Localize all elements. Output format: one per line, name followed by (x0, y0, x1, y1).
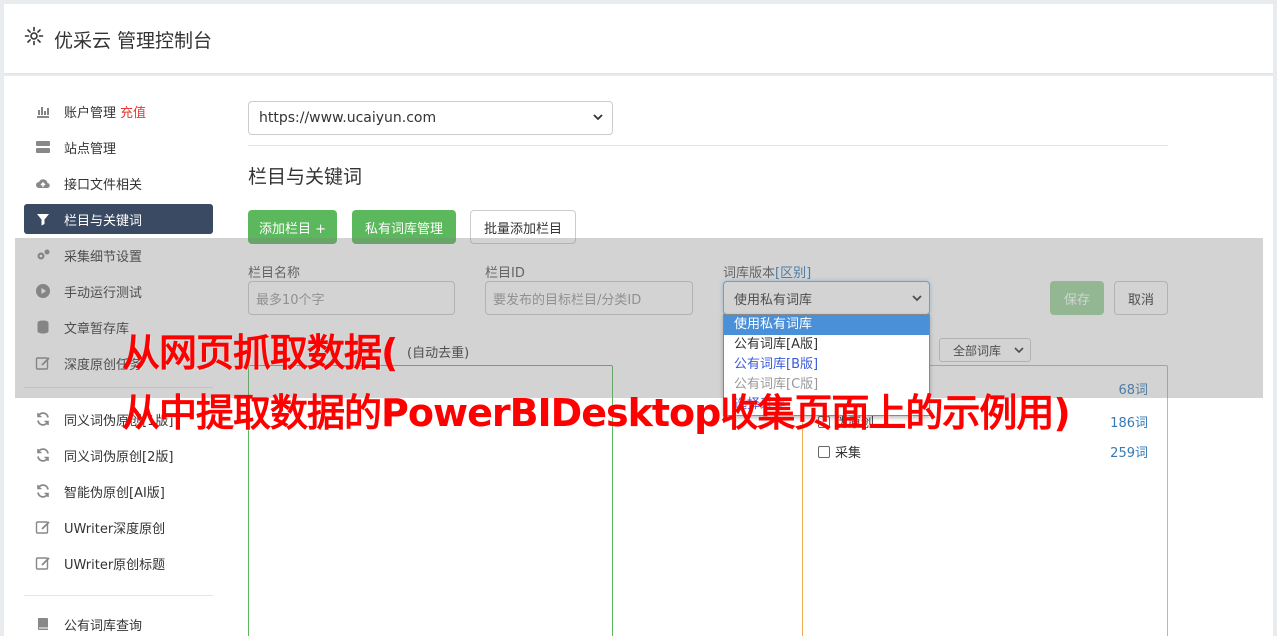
sidebar-item-label: 同义词伪原创[2版] (64, 449, 174, 465)
section-title: 栏目与关键词 (248, 166, 363, 188)
sidebar-item-label: 账户管理 (64, 105, 117, 121)
gear-icon (24, 26, 44, 46)
refresh-icon (37, 412, 49, 426)
sidebar-divider (24, 595, 213, 596)
sidebar-item-label: UWriter深度原创 (64, 521, 166, 537)
server-icon (36, 141, 50, 153)
dropdown-option[interactable]: 公有词库[B版] (724, 355, 929, 375)
refresh-icon (37, 448, 49, 462)
sidebar-item-label: 栏目与关键词 (64, 213, 143, 229)
overlay-title-line2: 从中提取数据的PowerBIDesktop收集页面上的示例用) (122, 391, 1071, 435)
edit-icon (35, 521, 50, 534)
sidebar-item-public-lib-query[interactable]: 公有词库查询 (24, 609, 213, 636)
sidebar-item-label: 智能伪原创[AI版] (64, 485, 165, 501)
sidebar-item-sites[interactable]: 站点管理 (24, 132, 213, 162)
sidebar-item-columns[interactable]: 栏目与关键词 (24, 204, 213, 234)
refresh-icon (37, 484, 49, 498)
top-header: 优采云 管理控制台 (4, 4, 1273, 74)
cloud-upload-icon (36, 179, 50, 189)
sidebar-item-uwriter-deep[interactable]: UWriter深度原创 (24, 512, 213, 542)
sidebar-item-label: 接口文件相关 (64, 177, 143, 193)
chevron-down-icon (593, 114, 603, 121)
site-select-value: https://www.ucaiyun.com (259, 110, 437, 126)
lib-count-link[interactable]: 186词 (1110, 412, 1148, 431)
dropdown-option[interactable]: 使用私有词库 (724, 315, 929, 335)
checkbox[interactable] (818, 445, 830, 458)
recharge-link[interactable]: 充值 (120, 102, 146, 121)
sidebar-item-synonym-v2[interactable]: 同义词伪原创[2版] (24, 440, 213, 470)
book-icon (38, 618, 48, 630)
overlay-title-line1: 从网页抓取数据( (122, 331, 398, 375)
sidebar-item-label: 站点管理 (64, 141, 117, 157)
site-select[interactable]: https://www.ucaiyun.com (248, 101, 613, 135)
sidebar-item-label: 公有词库查询 (64, 618, 143, 634)
filter-icon (37, 214, 49, 226)
sidebar-item-uwriter-title[interactable]: UWriter原创标题 (24, 548, 213, 578)
sidebar-item-account[interactable]: 账户管理 充值 (24, 96, 213, 126)
bar-chart-icon (37, 107, 49, 118)
sidebar-item-ai-pseudo[interactable]: 智能伪原创[AI版] (24, 476, 213, 506)
edit-icon (35, 557, 50, 570)
page-title: 优采云 管理控制台 (54, 30, 213, 52)
lib-list-item[interactable]: 采集 259词 (818, 442, 1148, 461)
lib-name: 采集 (835, 446, 862, 461)
sidebar-item-label: UWriter原创标题 (64, 557, 166, 573)
sidebar-item-interface[interactable]: 接口文件相关 (24, 168, 213, 198)
dropdown-option[interactable]: 公有词库[A版] (724, 335, 929, 355)
lib-count-link[interactable]: 259词 (1110, 442, 1148, 461)
divider (248, 145, 1168, 146)
